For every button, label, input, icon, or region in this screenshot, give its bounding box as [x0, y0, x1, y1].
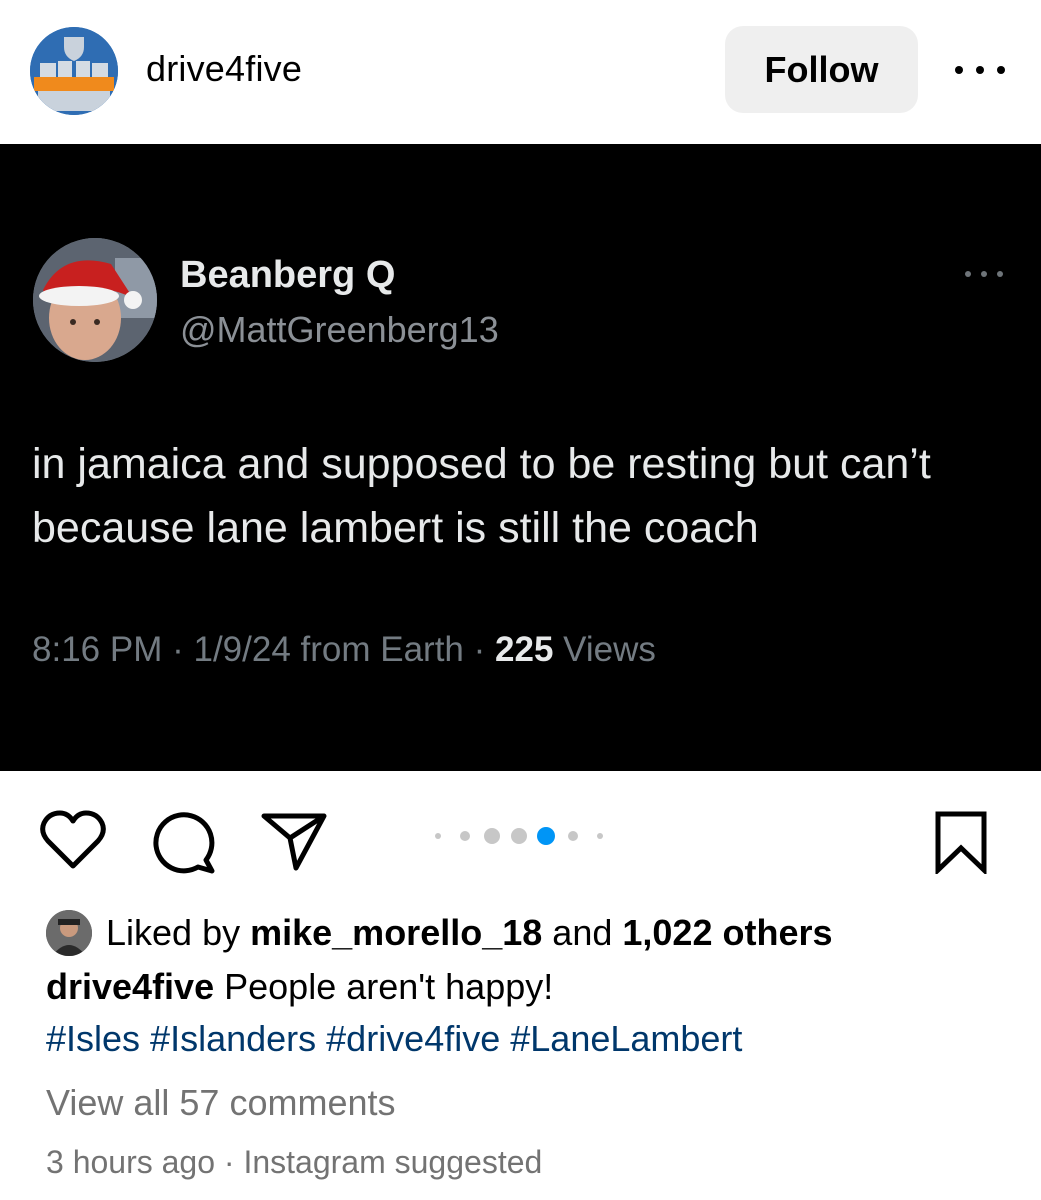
tweet-display-name: Beanberg Q: [180, 254, 396, 296]
comment-icon[interactable]: [152, 810, 216, 874]
bookmark-icon[interactable]: [934, 810, 988, 874]
liked-by-connector: and: [552, 912, 613, 953]
tweet-avatar: [33, 238, 157, 362]
caption: drive4five People aren't happy!: [46, 966, 553, 1008]
hashtag-link[interactable]: #Islanders: [150, 1018, 316, 1059]
carousel-dot-active: [537, 827, 555, 845]
liked-by-others[interactable]: 1,022 others: [622, 912, 832, 954]
carousel-dot: [460, 831, 470, 841]
tweet-date-source: 1/9/24 from Earth: [193, 630, 464, 669]
drive4five-logo-icon: [30, 27, 118, 115]
tweet-time: 8:16 PM: [32, 630, 163, 669]
liker-avatar[interactable]: [46, 910, 92, 956]
hashtag-link[interactable]: #Isles: [46, 1018, 140, 1059]
person-avatar-icon: [46, 910, 92, 956]
tweet-text: in jamaica and supposed to be resting bu…: [32, 440, 931, 552]
carousel-dot: [568, 831, 578, 841]
heart-icon[interactable]: [40, 810, 106, 870]
tweet-views-label: Views: [563, 630, 656, 669]
account-avatar[interactable]: [30, 27, 118, 115]
post-footer-meta: 3 hours ago · Instagram suggested: [46, 1144, 542, 1181]
caption-username[interactable]: drive4five: [46, 966, 214, 1007]
carousel-dot: [484, 828, 500, 844]
view-all-comments-link[interactable]: View all 57 comments: [46, 1082, 396, 1124]
likes-line[interactable]: Liked by mike_morello_18 and 1,022 other…: [46, 910, 833, 956]
action-bar: [0, 790, 1041, 880]
hashtag-link[interactable]: #drive4five: [326, 1018, 500, 1059]
tweet-more-icon: [965, 268, 1003, 280]
carousel-indicator: [430, 826, 610, 846]
post-header: drive4five Follow: [0, 0, 1041, 143]
tweet-handle: @MattGreenberg13: [180, 309, 499, 350]
tweet-meta: 8:16 PM · 1/9/24 from Earth · 225 Views: [32, 630, 656, 669]
post-time-ago: 3 hours ago: [46, 1144, 216, 1180]
hashtag-link[interactable]: #LaneLambert: [510, 1018, 742, 1059]
follow-button[interactable]: Follow: [725, 26, 918, 113]
post-username[interactable]: drive4five: [146, 48, 302, 90]
hashtags: #Isles #Islanders #drive4five #LaneLambert: [46, 1018, 752, 1060]
share-icon[interactable]: [260, 810, 328, 872]
meta-separator: ·: [223, 1144, 235, 1180]
carousel-dot: [435, 833, 441, 839]
caption-text: People aren't happy!: [224, 966, 554, 1007]
carousel-dot: [511, 828, 527, 844]
liked-by-user[interactable]: mike_morello_18: [250, 912, 542, 954]
suggested-label: Instagram suggested: [243, 1144, 543, 1180]
santa-hat-photo-icon: [33, 238, 157, 362]
tweet-views-count: 225: [495, 630, 554, 669]
more-options-icon[interactable]: [955, 56, 1005, 84]
carousel-dot: [597, 833, 603, 839]
liked-by-prefix: Liked by: [106, 912, 241, 953]
